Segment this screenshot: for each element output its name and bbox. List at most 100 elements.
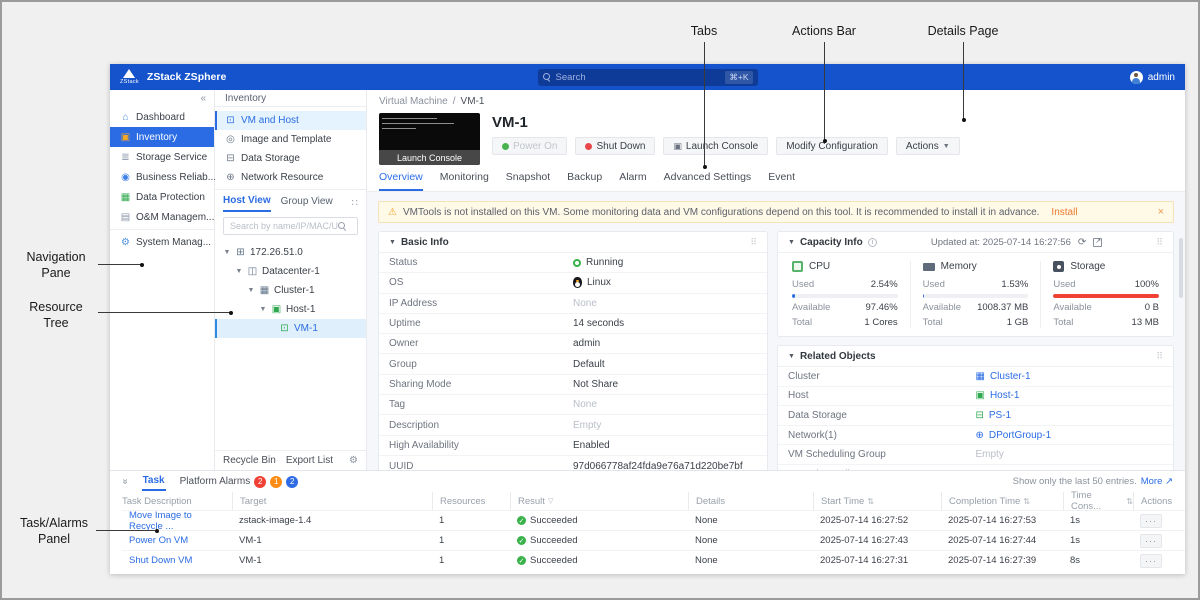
row-actions-button[interactable]: ··· — [1140, 514, 1162, 528]
column-target[interactable]: Target — [232, 492, 432, 510]
inventory-item-image-and-template[interactable]: Image and Template — [215, 130, 366, 149]
sidebar-item-data-protection[interactable]: Data Protection — [110, 187, 214, 207]
inventory-item-data-storage[interactable]: Data Storage — [215, 149, 366, 168]
more-link[interactable]: More ↗ — [1141, 476, 1173, 487]
modify-configuration-button[interactable]: Modify Configuration — [776, 137, 888, 155]
tab-backup[interactable]: Backup — [567, 171, 602, 191]
column-time-consumed[interactable]: Time Cons...⇅ — [1063, 492, 1133, 510]
caret-down-icon[interactable]: ▼ — [247, 287, 255, 294]
callout-details-page: Details Page — [903, 24, 1023, 40]
breadcrumb-root[interactable]: Virtual Machine — [379, 96, 448, 107]
collapse-panel-icon[interactable]: « — [119, 479, 130, 485]
thumbnail-launch-console-label[interactable]: Launch Console — [379, 150, 480, 165]
close-icon[interactable]: × — [1158, 206, 1164, 218]
collapse-caret-icon[interactable]: ▼ — [788, 239, 795, 246]
global-search[interactable]: ⌘+K — [538, 69, 758, 86]
settings-gear-icon[interactable] — [349, 455, 358, 466]
drag-handle-icon[interactable] — [750, 237, 757, 248]
column-resources[interactable]: Resources — [432, 492, 510, 510]
info-row-tag: Tag None — [379, 395, 767, 415]
tree-search-input[interactable] — [230, 221, 338, 231]
actions-dropdown-button[interactable]: Actions ▼ — [896, 137, 960, 155]
tab-snapshot[interactable]: Snapshot — [506, 171, 550, 191]
collapse-caret-icon[interactable]: ▼ — [389, 239, 396, 246]
export-list-link[interactable]: Export List — [286, 455, 333, 466]
user-menu[interactable]: admin — [1130, 71, 1175, 84]
task-resources: 1 — [432, 550, 510, 570]
warning-icon — [388, 207, 397, 218]
tab-task[interactable]: Task — [142, 473, 166, 491]
install-link[interactable]: Install — [1051, 207, 1077, 218]
tree-search[interactable] — [223, 217, 358, 235]
sidebar-item-system-management[interactable]: System Manag... — [110, 232, 214, 252]
storage-usage-bar — [1053, 294, 1159, 298]
info-row-owner: Owner admin — [379, 334, 767, 354]
column-completion-time[interactable]: Completion Time⇅ — [941, 492, 1063, 510]
caret-down-icon[interactable]: ▼ — [259, 306, 267, 313]
sort-icon[interactable]: ⇅ — [1126, 497, 1133, 506]
vertical-scrollbar[interactable] — [1179, 238, 1183, 298]
capacity-header-right: Updated at: 2025-07-14 16:27:56 — [931, 237, 1102, 248]
tab-alarm[interactable]: Alarm — [619, 171, 646, 191]
filter-icon[interactable]: ▽ — [548, 497, 553, 505]
tree-node-host[interactable]: ▼ Host-1 — [215, 300, 366, 319]
sort-icon[interactable]: ⇅ — [867, 497, 874, 506]
cluster-icon — [976, 371, 985, 382]
system-management-icon — [120, 237, 131, 248]
inventory-item-network-resource[interactable]: Network Resource — [215, 168, 366, 187]
inventory-panel-title: Inventory — [215, 90, 366, 107]
cluster-link[interactable]: Cluster-1 — [976, 371, 1031, 382]
task-description-link[interactable]: Shut Down VM — [122, 550, 232, 570]
drag-handle-icon[interactable] — [1156, 351, 1163, 362]
refresh-icon[interactable] — [1078, 237, 1086, 248]
sidebar-item-inventory[interactable]: Inventory — [110, 127, 214, 147]
task-description-link[interactable]: Move Image to Recycle ... — [122, 510, 232, 530]
cpu-icon — [792, 261, 803, 272]
info-label: IP Address — [389, 298, 573, 309]
launch-console-button[interactable]: Launch Console — [663, 137, 768, 155]
view-switch-icon[interactable]: ∷ — [352, 198, 358, 209]
drag-handle-icon[interactable] — [1156, 237, 1163, 248]
tree-node-datacenter[interactable]: ▼ Datacenter-1 — [215, 262, 366, 281]
tab-group-view[interactable]: Group View — [281, 196, 333, 211]
tab-event[interactable]: Event — [768, 171, 795, 191]
open-external-icon[interactable] — [1093, 238, 1102, 247]
tab-platform-alarms[interactable]: Platform Alarms 2 1 2 — [180, 476, 299, 488]
tree-node-vm[interactable]: VM-1 — [215, 319, 366, 338]
caret-down-icon[interactable]: ▼ — [223, 249, 231, 256]
tab-host-view[interactable]: Host View — [223, 195, 271, 212]
column-result[interactable]: Result▽ — [510, 492, 688, 510]
power-on-button[interactable]: Power On — [492, 137, 567, 155]
sidebar-item-om-management[interactable]: O&M Managem... — [110, 207, 214, 227]
network-link[interactable]: DPortGroup-1 — [976, 430, 1052, 441]
sort-icon[interactable]: ⇅ — [1023, 497, 1030, 506]
console-thumbnail[interactable]: Launch Console — [379, 113, 480, 165]
tab-advanced-settings[interactable]: Advanced Settings — [664, 171, 752, 191]
recycle-bin-link[interactable]: Recycle Bin — [223, 455, 276, 466]
tab-monitoring[interactable]: Monitoring — [440, 171, 489, 191]
sidebar-item-business-reliability[interactable]: Business Reliab... — [110, 167, 214, 187]
shut-down-button[interactable]: Shut Down — [575, 137, 655, 155]
tab-overview[interactable]: Overview — [379, 171, 423, 191]
primary-storage-link[interactable]: PS-1 — [976, 410, 1012, 421]
column-task-description[interactable]: Task Description — [122, 492, 232, 510]
task-description-link[interactable]: Power On VM — [122, 530, 232, 550]
host-link[interactable]: Host-1 — [976, 390, 1020, 401]
global-search-input[interactable] — [556, 72, 726, 83]
collapse-caret-icon[interactable]: ▼ — [788, 353, 795, 360]
caret-down-icon[interactable]: ▼ — [235, 268, 243, 275]
column-start-time[interactable]: Start Time⇅ — [813, 492, 941, 510]
callout-line-navigation-pane — [98, 264, 142, 265]
datacenter-icon — [247, 266, 258, 277]
inventory-item-vm-and-host[interactable]: VM and Host — [215, 111, 366, 130]
tree-node-cluster[interactable]: ▼ Cluster-1 — [215, 281, 366, 300]
tree-node-site[interactable]: ▼ 172.26.51.0 — [215, 243, 366, 262]
info-label: OS — [389, 277, 573, 288]
related-objects-card: ▼ Related Objects Cluster Cluster-1 Host — [777, 345, 1174, 470]
column-details[interactable]: Details — [688, 492, 813, 510]
row-actions-button[interactable]: ··· — [1140, 534, 1162, 548]
sidebar-item-dashboard[interactable]: Dashboard — [110, 107, 214, 127]
nav-collapse-button[interactable]: « — [110, 90, 214, 107]
row-actions-button[interactable]: ··· — [1140, 554, 1162, 568]
sidebar-item-storage-service[interactable]: Storage Service — [110, 147, 214, 167]
